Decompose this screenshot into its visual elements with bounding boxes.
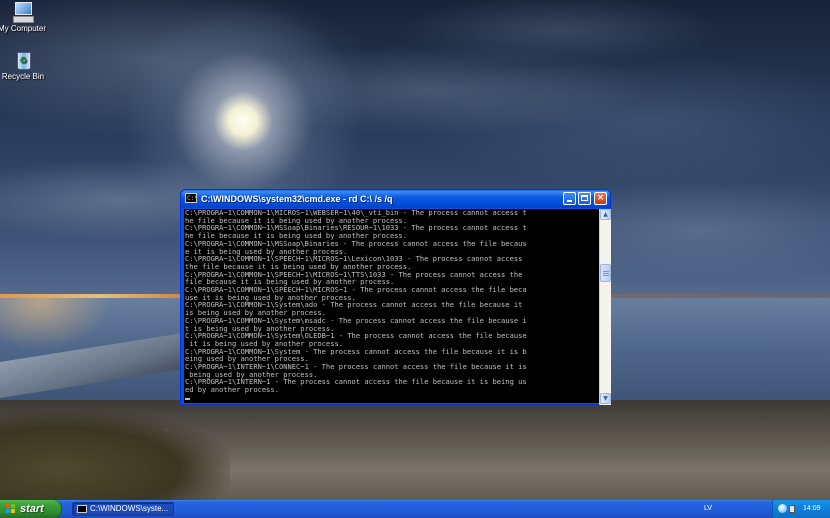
dry-grass [0,410,230,500]
cmd-window[interactable]: C:\ C:\WINDOWS\system32\cmd.exe - rd C:\… [180,189,611,405]
console-line: ed by another process. [185,385,279,395]
minimize-icon [567,200,572,202]
desktop-icon-label: My Computer [0,24,46,33]
start-label: start [20,503,44,515]
vertical-scrollbar[interactable]: ▲ ▼ [599,209,611,405]
scroll-thumb[interactable] [600,264,611,282]
scroll-down-button[interactable]: ▼ [600,393,611,404]
windows-logo-icon [6,504,16,514]
cmd-icon [77,505,87,513]
desktop-icon-my-computer[interactable]: My Computer [0,2,52,33]
maximize-icon [581,195,588,201]
language-indicator[interactable]: LV [704,500,712,518]
maximize-button[interactable] [578,192,591,205]
volume-icon[interactable] [789,505,795,513]
network-icon[interactable] [778,504,787,513]
close-button[interactable]: × [594,192,607,205]
my-computer-icon [11,2,34,23]
taskbar: start C:\WINDOWS\syste... LV 14:09 [0,500,830,518]
minimize-button[interactable] [563,192,576,205]
taskbar-button-cmd[interactable]: C:\WINDOWS\syste... [72,502,174,516]
text-cursor [185,397,190,400]
desktop-icon-recycle-bin[interactable]: ♻ Recycle Bin [0,50,53,81]
console-cursor-line [184,394,600,402]
taskbar-button-label: C:\WINDOWS\syste... [90,504,169,513]
grip-icon [603,271,609,276]
cmd-icon[interactable]: C:\ [185,193,198,203]
chevron-up-icon: ▲ [603,211,608,218]
start-button[interactable]: start [0,500,62,518]
clock[interactable]: 14:09 [803,500,821,518]
window-titlebar[interactable]: C:\ C:\WINDOWS\system32\cmd.exe - rd C:\… [181,190,610,208]
console-output[interactable]: C:\PROGRA~1\COMMON~1\MICROS~1\WEBSER~1\4… [184,209,600,403]
window-title: C:\WINDOWS\system32\cmd.exe - rd C:\ /s … [201,194,393,204]
recycle-bin-icon: ♻ [12,50,34,70]
chevron-down-icon: ▼ [603,395,608,402]
scroll-up-button[interactable]: ▲ [600,209,611,220]
desktop-icon-label: Recycle Bin [1,72,45,81]
close-icon: × [596,193,605,203]
system-tray: 14:09 [772,500,830,518]
